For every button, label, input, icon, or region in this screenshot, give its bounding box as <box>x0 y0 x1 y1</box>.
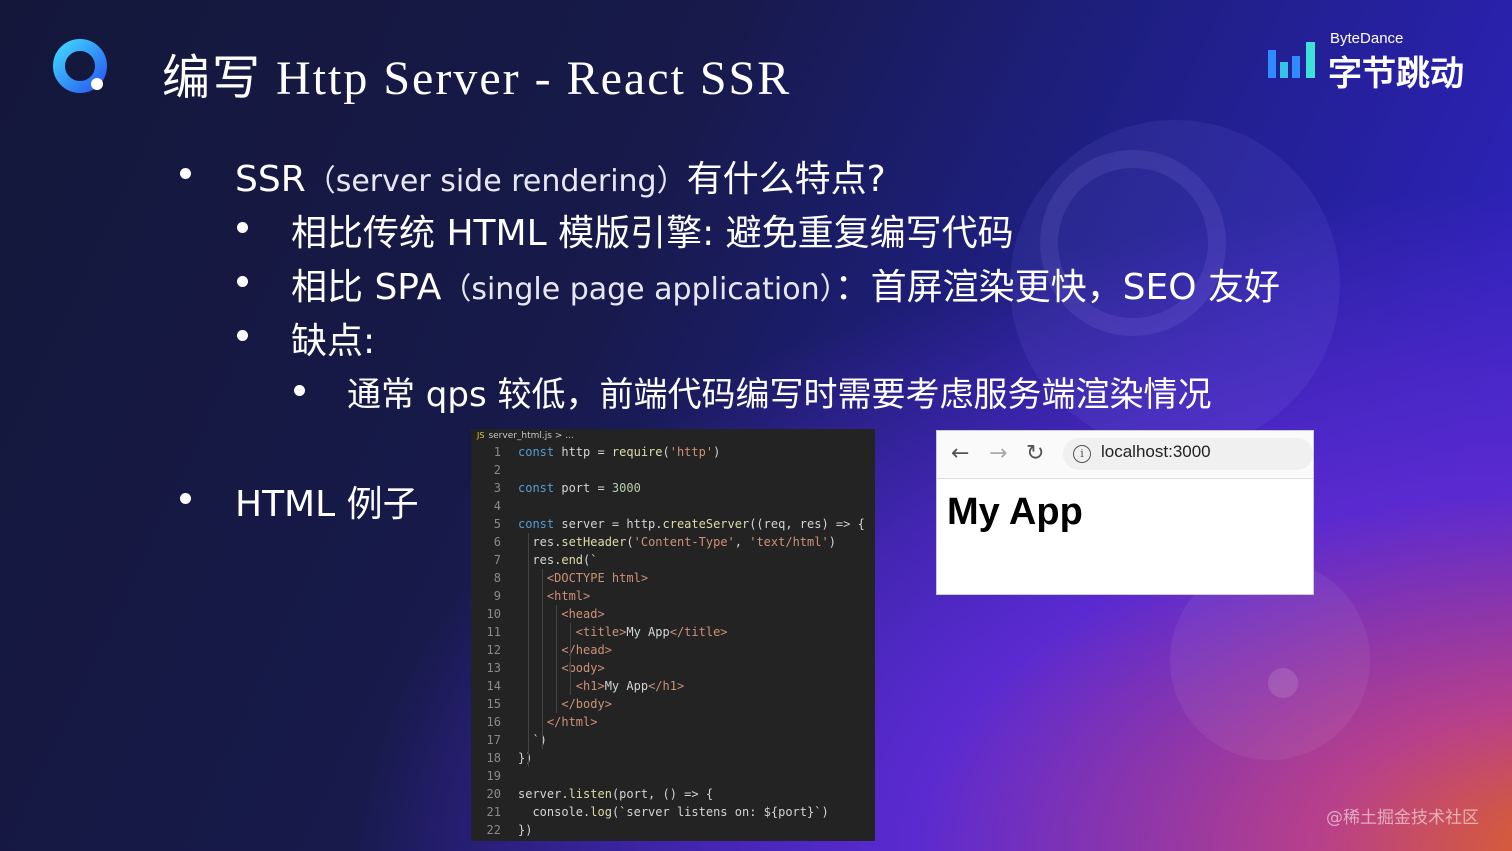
code-text: const port = 3000 <box>518 481 641 495</box>
address-bar[interactable]: i localhost:3000 <box>1063 438 1313 470</box>
code-text: </body> <box>561 697 612 711</box>
bullet-text: HTML 例子 <box>235 484 419 525</box>
indent-guide <box>528 533 529 767</box>
line-number: 12 <box>486 643 501 657</box>
bullet-text: SSR <box>235 159 306 200</box>
bytedance-bars-icon <box>1268 42 1315 78</box>
reload-icon[interactable]: ↻ <box>1026 441 1044 467</box>
js-file-icon: JS <box>477 431 485 440</box>
bullet-tail: 有什么特点? <box>686 159 886 200</box>
line-number: 11 <box>486 625 501 639</box>
bullet-text: 缺点: <box>291 321 376 362</box>
line-number: 17 <box>486 733 501 747</box>
code-text: <DOCTYPE html> <box>546 571 649 585</box>
code-text: </head> <box>561 643 612 657</box>
line-number: 4 <box>493 499 501 513</box>
slide: { "title": "编写 Http Server - React SSR",… <box>0 0 1512 851</box>
line-number: 18 <box>486 751 501 765</box>
line-number: 21 <box>486 805 501 819</box>
code-text: const http = require('http') <box>518 445 721 459</box>
bullet-dot <box>180 493 191 504</box>
bullet-dot <box>180 168 191 179</box>
line-number: 13 <box>486 661 501 675</box>
line-number: 2 <box>493 463 501 477</box>
bullet-tail: ：首屏渲染更快，SEO 友好 <box>834 267 1281 308</box>
code-text: console.log(`server listens on: ${port}`… <box>518 805 829 819</box>
line-number: 9 <box>493 589 501 603</box>
back-arrow-icon[interactable]: ← <box>951 441 969 467</box>
indent-guide <box>556 605 557 713</box>
page-heading: My App <box>947 491 1083 533</box>
bytedance-logo-cn: 字节跳动 <box>1328 54 1464 94</box>
line-number: 3 <box>493 481 501 495</box>
course-logo-icon <box>53 39 107 93</box>
code-text: <head> <box>561 607 605 621</box>
code-text: }) <box>518 823 533 837</box>
line-number: 14 <box>486 679 501 693</box>
code-text: <title>My App</title> <box>575 625 728 639</box>
info-icon[interactable]: i <box>1073 445 1091 463</box>
code-text: </html> <box>546 715 598 729</box>
code-editor-screenshot: JS server_html.js > ... 1 const http = req… <box>471 429 875 841</box>
line-number: 10 <box>486 607 501 621</box>
bullet-dot <box>237 276 248 287</box>
bytedance-logo-en: ByteDance <box>1330 30 1404 47</box>
line-number: 6 <box>493 535 501 549</box>
footer-watermark: @稀土掘金技术社区 <box>1326 808 1479 828</box>
bullet-dot <box>237 330 248 341</box>
indent-guide <box>542 569 543 749</box>
code-text: res.end(` <box>518 553 598 567</box>
editor-breadcrumb: JS server_html.js > ... <box>477 431 574 441</box>
line-number: 20 <box>486 787 501 801</box>
code-text: server.listen(port, () => { <box>518 787 714 801</box>
code-text: <body> <box>561 661 605 675</box>
line-number: 15 <box>486 697 501 711</box>
code-text: }) <box>518 751 533 765</box>
line-number: 5 <box>493 517 501 531</box>
indent-guide <box>570 623 571 695</box>
background-dot <box>1268 668 1298 698</box>
bytedance-logo: ByteDance 字节跳动 <box>1266 28 1476 94</box>
line-number: 1 <box>493 445 501 459</box>
line-number: 16 <box>486 715 501 729</box>
slide-title: 编写 Http Server - React SSR <box>162 52 792 105</box>
bullet-aside: （single page application） <box>441 272 835 307</box>
bullet-text: 相比 SPA <box>291 267 442 308</box>
bullet-dot <box>294 385 305 396</box>
code-text: const server = http.createServer((req, r… <box>518 517 865 531</box>
bullet-dot <box>237 222 248 233</box>
forward-arrow-icon[interactable]: → <box>989 441 1007 467</box>
browser-toolbar: ← → ↻ i localhost:3000 <box>937 431 1313 479</box>
browser-window: ← → ↻ i localhost:3000 My App <box>936 430 1314 595</box>
bullet-aside: （server side rendering） <box>305 164 687 199</box>
bullet-text: 相比传统 HTML 模版引擎: 避免重复编写代码 <box>291 213 1014 254</box>
address-url: localhost:3000 <box>1101 442 1211 461</box>
line-number: 7 <box>493 553 501 567</box>
code-text: res.setHeader('Content-Type', 'text/html… <box>518 535 836 549</box>
line-number: 22 <box>486 823 501 837</box>
line-number: 19 <box>486 769 501 783</box>
line-number: 8 <box>493 571 501 585</box>
bullet-text: 通常 qps 较低，前端代码编写时需要考虑服务端渲染情况 <box>347 375 1212 415</box>
